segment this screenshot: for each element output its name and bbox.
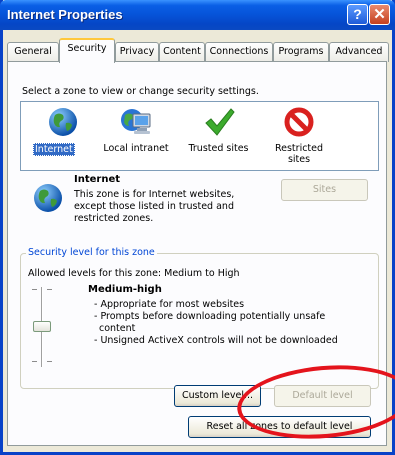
reset-all-zones-button[interactable]: Reset all zones to default level — [188, 416, 371, 438]
intranet-icon — [121, 109, 151, 134]
zone-label-local-intranet: Local intranet — [103, 143, 169, 154]
sites-button[interactable]: Sites — [281, 179, 368, 201]
help-button[interactable]: ? — [347, 4, 368, 25]
zone-trusted-sites[interactable]: Trusted sites — [181, 102, 256, 170]
zone-local-intranet[interactable]: Local intranet — [96, 102, 176, 170]
level-detail-3: content — [99, 323, 136, 334]
close-button[interactable]: ✕ — [369, 4, 390, 25]
tab-general[interactable]: General — [7, 42, 59, 62]
security-level-name: Medium-high — [88, 284, 162, 295]
zone-description-line-2: except those listed in trusted and — [74, 201, 234, 212]
checkmark-icon — [205, 108, 235, 136]
globe-icon — [49, 108, 77, 136]
zone-label-internet: Internet — [33, 143, 75, 156]
default-level-button[interactable]: Default level — [274, 385, 371, 407]
tab-programs[interactable]: Programs — [273, 42, 329, 62]
zone-prompt: Select a zone to view or change security… — [22, 86, 259, 97]
security-level-legend: Security level for this zone — [26, 247, 157, 258]
slider-tick — [47, 361, 52, 362]
globe-icon — [34, 184, 62, 212]
internet-properties-window: Internet Properties ? ✕ General Security… — [0, 0, 395, 455]
window-title: Internet Properties — [7, 7, 123, 22]
restricted-icon — [284, 107, 314, 137]
zone-detail-title: Internet — [74, 174, 121, 185]
tab-advanced[interactable]: Advanced — [329, 42, 389, 62]
zone-list: Internet Local intranet Trusted sites Re… — [20, 101, 379, 171]
zone-label-trusted-sites: Trusted sites — [188, 143, 249, 154]
level-detail-1: - Appropriate for most websites — [94, 299, 245, 310]
slider-tick — [32, 289, 37, 290]
slider-tick — [47, 289, 52, 290]
tab-connections[interactable]: Connections — [205, 42, 273, 62]
title-bar[interactable]: Internet Properties ? ✕ — [0, 0, 395, 30]
allowed-levels-text: Allowed levels for this zone: Medium to … — [28, 268, 240, 279]
level-detail-2: - Prompts before downloading potentially… — [94, 311, 326, 322]
slider-thumb[interactable] — [33, 321, 51, 332]
zone-label-restricted-sites: Restricted sites — [274, 143, 324, 165]
tab-security[interactable]: Security — [59, 38, 115, 63]
zone-description-line-1: This zone is for Internet websites, — [74, 189, 235, 200]
tab-privacy[interactable]: Privacy — [115, 42, 159, 62]
tab-content[interactable]: Content — [159, 42, 205, 62]
zone-internet[interactable]: Internet — [33, 102, 93, 170]
zone-description-line-3: restricted zones. — [74, 213, 154, 224]
tab-strip: General Security Privacy Content Connect… — [7, 38, 391, 63]
security-level-slider[interactable] — [28, 287, 56, 367]
security-panel: Select a zone to view or change security… — [7, 61, 387, 446]
level-detail-4: - Unsigned ActiveX controls will not be … — [94, 335, 338, 346]
slider-tick — [32, 361, 37, 362]
custom-level-button[interactable]: Custom level... — [174, 385, 261, 407]
zone-restricted-sites[interactable]: Restricted sites — [264, 102, 334, 170]
